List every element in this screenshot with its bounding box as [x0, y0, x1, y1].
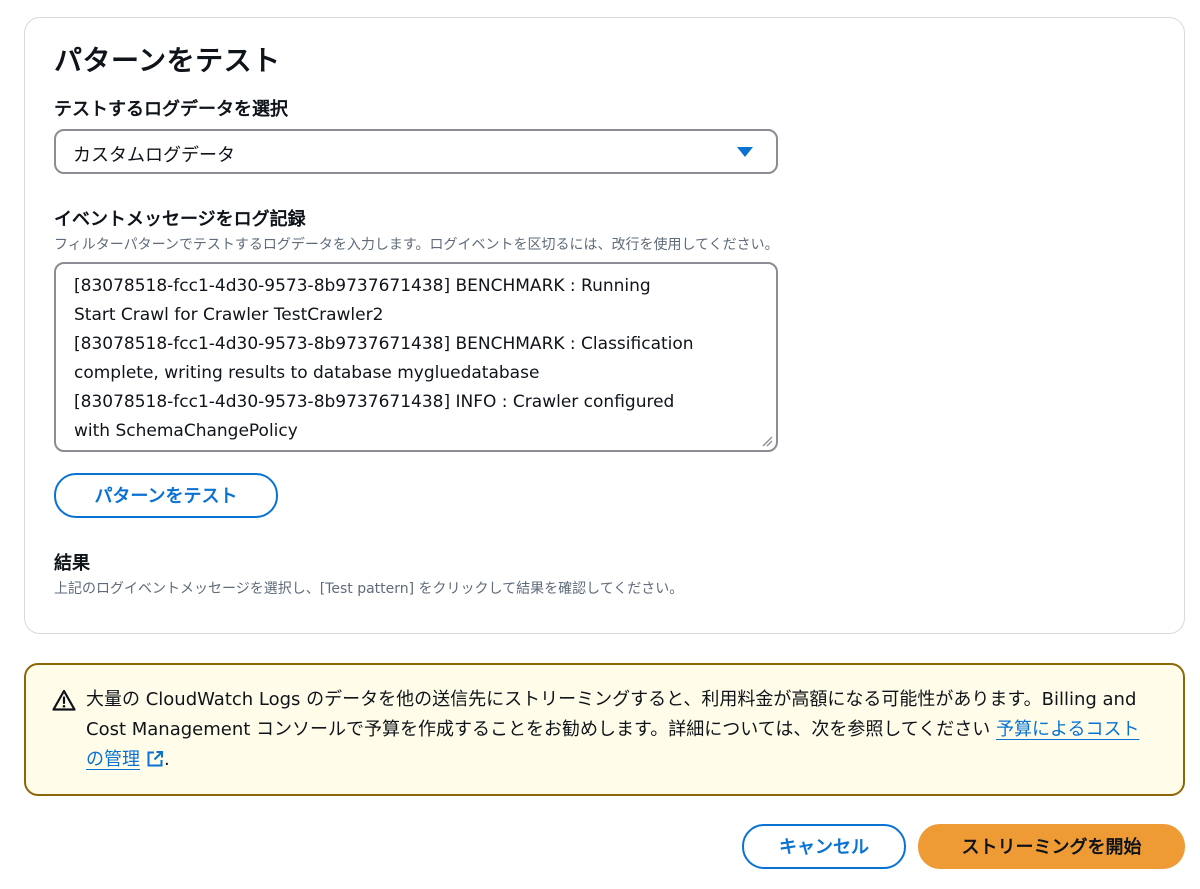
- results-label: 結果: [54, 553, 90, 574]
- log-data-select[interactable]: カスタムログデータ: [54, 129, 778, 174]
- panel-title: パターンをテスト: [54, 44, 281, 77]
- start-streaming-button[interactable]: ストリーミングを開始: [918, 824, 1185, 869]
- warning-message: 大量の CloudWatch Logs のデータを他の送信先にストリーミングする…: [86, 685, 1156, 775]
- warning-text: 大量の CloudWatch Logs のデータを他の送信先にストリーミングする…: [86, 689, 1137, 740]
- log-data-select-value: カスタムログデータ: [73, 145, 235, 166]
- cost-warning-alert: 大量の CloudWatch Logs のデータを他の送信先にストリーミングする…: [24, 663, 1185, 796]
- cancel-button[interactable]: キャンセル: [742, 824, 906, 869]
- event-messages-textarea[interactable]: [83078518-fcc1-4d30-9573-8b9737671438] B…: [54, 262, 778, 452]
- warning-triangle-icon: [52, 689, 76, 711]
- external-link-icon: [147, 751, 163, 767]
- results-description: 上記のログイベントメッセージを選択し、[Test pattern] をクリックし…: [54, 581, 684, 597]
- warning-suffix: .: [164, 749, 170, 770]
- event-messages-description: フィルターパターンでテストするログデータを入力します。ログイベントを区切るには、…: [54, 237, 779, 253]
- resize-handle-icon[interactable]: [761, 435, 773, 447]
- event-messages-label: イベントメッセージをログ記録: [54, 209, 306, 230]
- test-pattern-button[interactable]: パターンをテスト: [54, 473, 278, 518]
- event-messages-text: [83078518-fcc1-4d30-9573-8b9737671438] B…: [74, 276, 694, 441]
- log-data-select-label: テストするログデータを選択: [54, 99, 288, 120]
- caret-down-icon: [737, 147, 753, 157]
- test-pattern-panel: パターンをテスト テストするログデータを選択 カスタムログデータ イベントメッセ…: [24, 17, 1185, 634]
